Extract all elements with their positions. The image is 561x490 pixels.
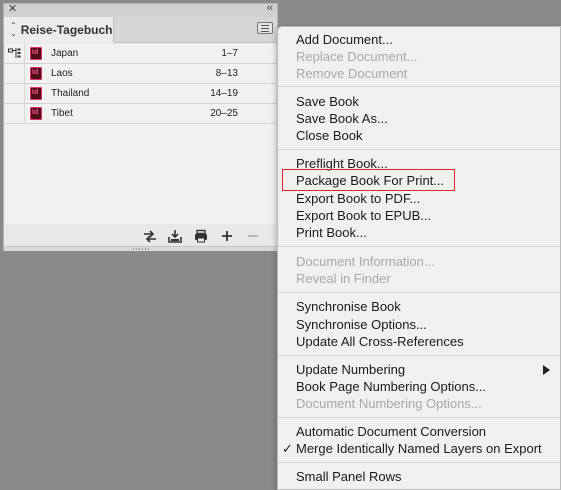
document-pages: 1–7: [221, 48, 238, 59]
document-pages: 14–19: [210, 88, 238, 99]
menu-item-synchronise-book[interactable]: Synchronise Book: [278, 298, 560, 315]
menu-item-label: Close Book: [296, 128, 363, 143]
panel-resize-handle[interactable]: [4, 246, 277, 251]
menu-item-label: Update All Cross-References: [296, 334, 464, 349]
menu-bar-line: [261, 25, 269, 26]
submenu-arrow-icon: [543, 365, 550, 375]
menu-separator: [278, 246, 560, 247]
menu-bar-line: [261, 28, 269, 29]
menu-item-label: Synchronise Options...: [296, 317, 427, 332]
menu-item-label: Automatic Document Conversion: [296, 424, 487, 439]
list-item-thailand[interactable]: Thailand 14–19: [5, 84, 276, 104]
style-source-icon: [8, 48, 21, 58]
menu-item-document-information: Document Information...: [278, 253, 560, 270]
menu-item-small-panel-rows[interactable]: Small Panel Rows: [278, 468, 560, 485]
menu-item-label: Update Numbering: [296, 362, 406, 377]
list-item-laos[interactable]: Laos 8–13: [5, 64, 276, 84]
menu-item-label: Small Panel Rows: [296, 469, 402, 484]
style-source-cell[interactable]: [5, 64, 25, 83]
panel-menu-button[interactable]: [257, 22, 273, 34]
style-source-cell[interactable]: [5, 44, 25, 63]
menu-item-remove-document: Remove Document: [278, 65, 560, 82]
menu-separator: [278, 86, 560, 87]
indesign-document-icon: [30, 67, 42, 80]
menu-item-label: Remove Document: [296, 66, 408, 81]
document-name: Japan: [51, 48, 79, 59]
menu-item-label: Book Page Numbering Options...: [296, 379, 487, 394]
menu-item-reveal-in-finder: Reveal in Finder: [278, 270, 560, 287]
menu-item-automatic-conversion[interactable]: Automatic Document Conversion: [278, 423, 560, 440]
menu-separator: [278, 149, 560, 150]
indesign-document-icon: [30, 87, 42, 100]
list-item-japan[interactable]: Japan 1–7: [5, 44, 276, 64]
tab-reise-tagebuch[interactable]: ⌃ ⌄ Reise-Tagebuch: [4, 17, 114, 43]
menu-item-print-book[interactable]: Print Book...: [278, 224, 560, 241]
collapse-panel-icon[interactable]: ‹‹: [267, 2, 273, 14]
menu-item-document-numbering: Document Numbering Options...: [278, 395, 560, 412]
menu-item-export-epub[interactable]: Export Book to EPUB...: [278, 207, 560, 224]
tab-updown-icon: ⌃ ⌄: [10, 21, 17, 38]
menu-item-label: Reveal in Finder: [296, 271, 391, 286]
panel-tab-bar: ⌃ ⌄ Reise-Tagebuch: [4, 17, 277, 43]
menu-item-label: Merge Identically Named Layers on Export: [296, 441, 542, 456]
save-book-icon[interactable]: [168, 229, 182, 243]
menu-separator: [278, 355, 560, 356]
menu-item-book-page-numbering[interactable]: Book Page Numbering Options...: [278, 378, 560, 395]
indesign-document-icon: [30, 47, 42, 60]
document-name: Laos: [51, 68, 73, 79]
book-panel: ✕ ‹‹ ⌃ ⌄ Reise-Tagebuch Id Japan 1–7 Id …: [3, 2, 278, 251]
style-source-cell[interactable]: [5, 84, 25, 103]
book-panel-flyout-menu: Add Document... Replace Document... Remo…: [277, 26, 561, 490]
menu-separator: [278, 417, 560, 418]
document-pages: 20–25: [210, 108, 238, 119]
document-list: Japan 1–7 Laos 8–13 Thailand 14–19 Tibet…: [5, 44, 276, 224]
menu-item-label: Save Book As...: [296, 111, 388, 126]
style-source-cell[interactable]: [5, 104, 25, 123]
menu-item-synchronise-options[interactable]: Synchronise Options...: [278, 316, 560, 333]
document-name: Tibet: [51, 108, 73, 119]
menu-item-label: Save Book: [296, 94, 359, 109]
menu-item-update-cross-references[interactable]: Update All Cross-References: [278, 333, 560, 350]
menu-item-close-book[interactable]: Close Book: [278, 127, 560, 144]
panel-title-strip: ✕ ‹‹: [4, 2, 277, 17]
menu-item-label: Add Document...: [296, 32, 393, 47]
grip-icon: [133, 248, 149, 250]
menu-separator: [278, 462, 560, 463]
menu-item-save-book-as[interactable]: Save Book As...: [278, 110, 560, 127]
add-document-icon[interactable]: [220, 229, 234, 243]
document-name: Thailand: [51, 88, 90, 99]
print-icon[interactable]: [194, 229, 208, 243]
remove-document-icon[interactable]: [246, 229, 260, 243]
panel-footer-toolbar: [4, 226, 277, 246]
menu-item-export-pdf[interactable]: Export Book to PDF...: [278, 190, 560, 207]
highlight-annotation-box: [282, 169, 455, 191]
menu-item-label: Synchronise Book: [296, 299, 401, 314]
list-item-tibet[interactable]: Tibet 20–25: [5, 104, 276, 124]
menu-item-label: Document Numbering Options...: [296, 396, 482, 411]
close-panel-icon[interactable]: ✕: [8, 2, 17, 15]
menu-item-label: Export Book to EPUB...: [296, 208, 432, 223]
menu-item-merge-layers[interactable]: ✓ Merge Identically Named Layers on Expo…: [278, 440, 560, 457]
document-pages: 8–13: [215, 68, 238, 79]
menu-item-update-numbering[interactable]: Update Numbering: [278, 361, 560, 378]
synchronize-icon[interactable]: [143, 229, 157, 243]
indesign-document-icon: [30, 107, 42, 120]
menu-bar-line: [261, 31, 269, 32]
menu-item-label: Replace Document...: [296, 49, 418, 64]
menu-item-label: Export Book to PDF...: [296, 191, 421, 206]
menu-separator: [278, 292, 560, 293]
menu-item-replace-document: Replace Document...: [278, 48, 560, 65]
menu-item-label: Document Information...: [296, 254, 435, 269]
tab-title: Reise-Tagebuch: [20, 23, 113, 37]
checkmark-icon: ✓: [282, 441, 293, 456]
menu-item-add-document[interactable]: Add Document...: [278, 31, 560, 48]
menu-item-save-book[interactable]: Save Book: [278, 93, 560, 110]
menu-item-label: Print Book...: [296, 225, 367, 240]
